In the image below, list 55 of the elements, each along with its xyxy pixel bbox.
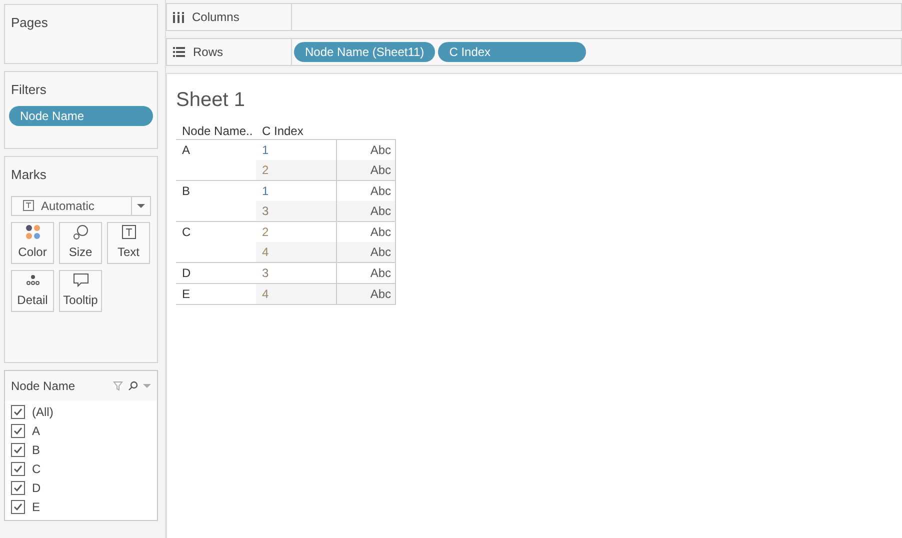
sheet-title: Sheet 1: [176, 88, 246, 112]
text-mark-cell: Abc: [336, 201, 396, 221]
checkbox[interactable]: [11, 405, 25, 419]
rows-icon: [173, 47, 185, 57]
shelf-label: Rows: [193, 44, 224, 61]
filter-item-label[interactable]: B: [32, 441, 40, 459]
tooltip-bubble-icon: [72, 272, 88, 288]
checkbox[interactable]: [11, 443, 25, 457]
index-cell-text: 1: [261, 183, 270, 200]
card-title: Node Name: [11, 378, 76, 395]
mark-type-label: Automatic: [41, 198, 94, 214]
column-header: Node Name..: [181, 122, 254, 140]
panel-title: Marks: [11, 166, 48, 184]
mark-card[interactable]: Detail: [11, 270, 54, 312]
search-icon[interactable]: [128, 381, 138, 391]
column-header: C Index: [261, 122, 304, 140]
detail-dots-icon: [26, 274, 40, 286]
size-circles-icon: [72, 224, 88, 240]
index-cell-text: 4: [261, 286, 270, 303]
text-mark-cell: Abc: [336, 284, 396, 304]
index-cell-text: 2: [261, 162, 270, 179]
shelf-label: Columns: [192, 9, 240, 26]
mark-card[interactable]: Size: [59, 222, 102, 264]
filter-item-label[interactable]: D: [32, 479, 41, 497]
color-dots-icon: [24, 224, 40, 240]
checkbox[interactable]: [11, 500, 25, 514]
row-header: A: [182, 143, 190, 157]
text-icon: [122, 225, 136, 239]
text-mark-cell: Abc: [336, 242, 396, 262]
columns-icon: [173, 12, 184, 22]
text-icon: [23, 200, 34, 211]
row-header: E: [182, 287, 190, 301]
mark-card[interactable]: Color: [11, 222, 54, 264]
checkbox[interactable]: [11, 481, 25, 495]
row-header: D: [182, 266, 191, 280]
row-header: C: [182, 225, 191, 239]
panel-title: Pages: [11, 15, 48, 30]
row-header: B: [182, 184, 190, 198]
index-cell-text: 3: [261, 203, 270, 220]
text-mark-cell: Abc: [336, 263, 396, 283]
index-cell-text: 1: [261, 142, 270, 159]
panel-title: Filters: [10, 81, 48, 99]
index-cell-text: 2: [261, 224, 270, 241]
filter-item-label[interactable]: E: [32, 498, 40, 516]
index-cell-text: 4: [261, 244, 270, 261]
mark-card[interactable]: Text: [107, 222, 150, 264]
text-mark-cell: Abc: [336, 160, 396, 180]
checkbox[interactable]: [11, 462, 25, 476]
checkbox[interactable]: [11, 424, 25, 438]
filter-item-label[interactable]: (All): [32, 403, 54, 421]
filter-item-label[interactable]: A: [32, 422, 40, 440]
index-cell-text: 3: [261, 265, 270, 282]
mark-card[interactable]: Tooltip: [59, 270, 102, 312]
mark-type-dropdown[interactable]: Automatic: [11, 196, 151, 216]
filter-item-label[interactable]: C: [32, 460, 41, 478]
